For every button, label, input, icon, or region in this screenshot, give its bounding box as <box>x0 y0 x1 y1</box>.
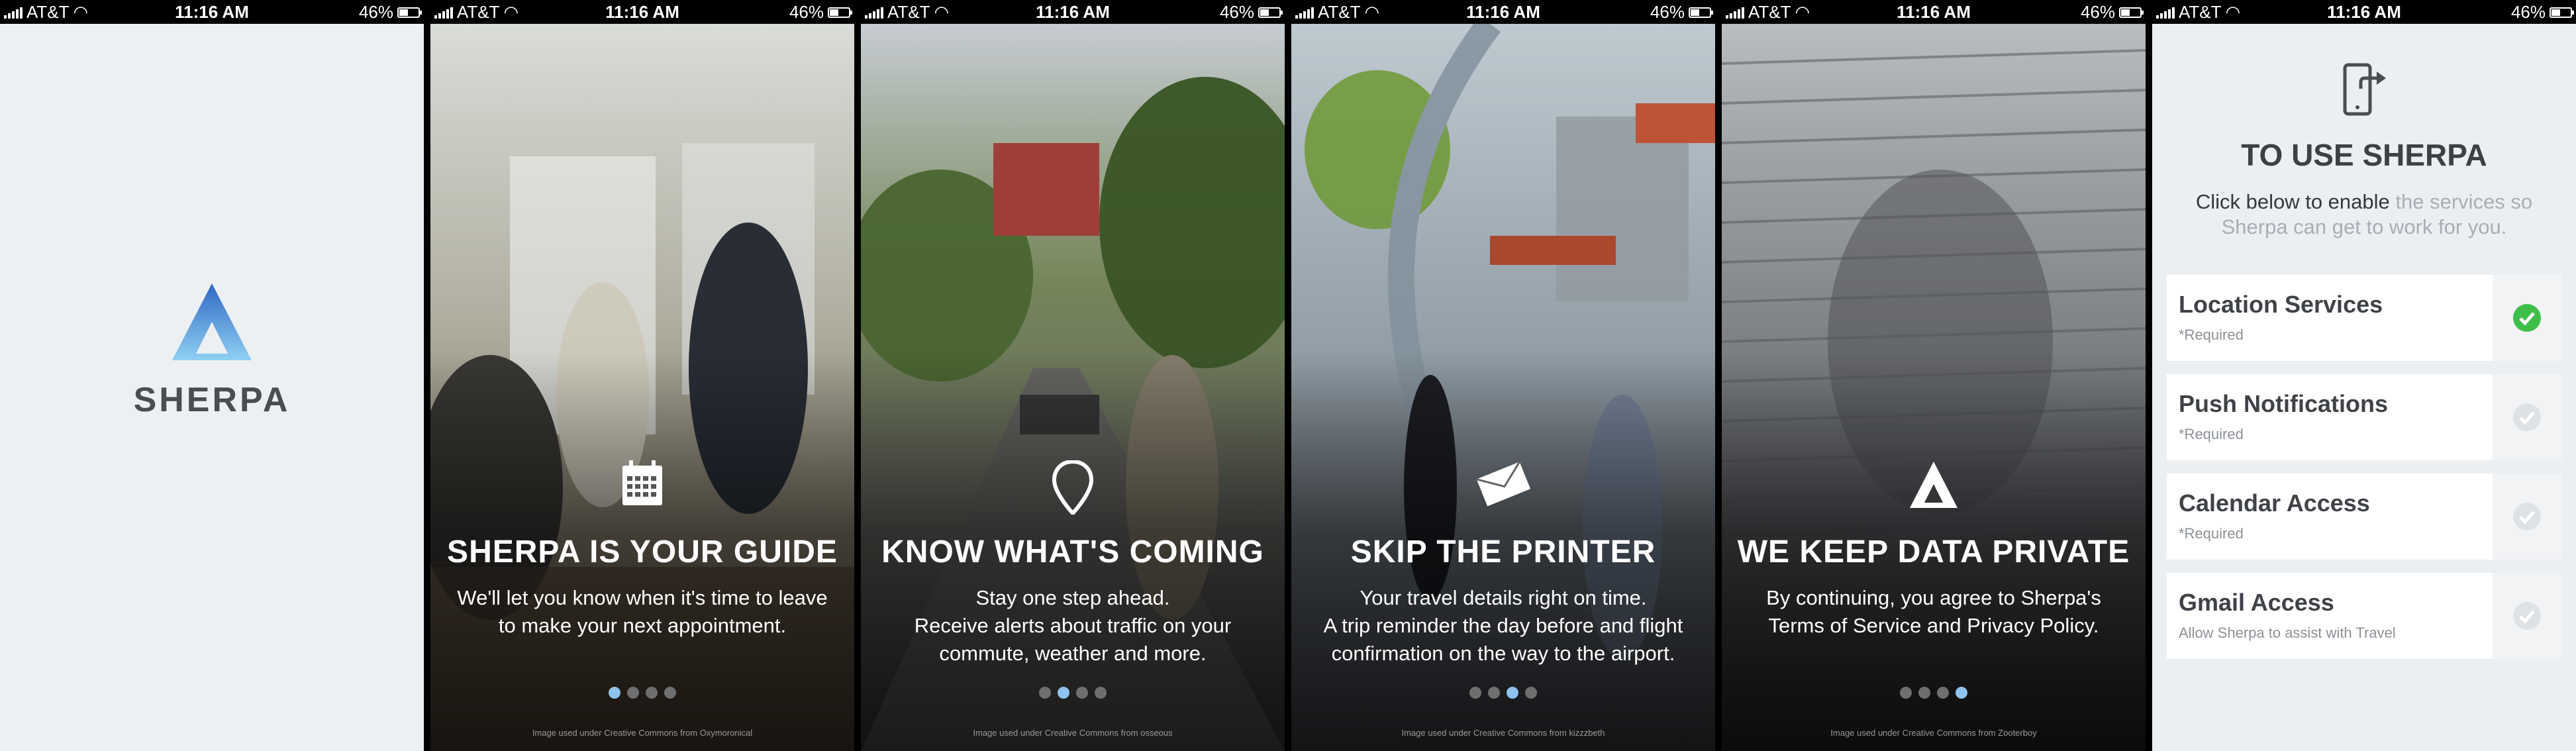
page-dot[interactable] <box>1488 687 1500 699</box>
phone-share-icon <box>2152 62 2576 121</box>
permission-name: Gmail Access <box>2179 589 2334 616</box>
status-bar: AT&T ◠ 11:16 AM 46% <box>1722 0 2146 24</box>
status-bar: AT&T ◠ 11:16 AM 46% <box>430 0 854 24</box>
battery-percent: 46% <box>358 2 393 22</box>
sherpa-logo-icon <box>1722 460 2146 513</box>
permission-push[interactable]: Push Notifications *Required <box>2167 374 2561 460</box>
push-toggle[interactable] <box>2493 374 2561 460</box>
permission-note: *Required <box>2179 525 2244 542</box>
page-dot[interactable] <box>1076 687 1088 699</box>
permissions-screen: AT&T ◠ 11:16 AM 46% TO USE SHERPA Click b… <box>2152 0 2576 751</box>
permission-location[interactable]: Location Services *Required <box>2167 275 2561 361</box>
battery-percent: 46% <box>1219 2 1254 22</box>
image-credit: Image used under Creative Commons from O… <box>532 728 753 738</box>
onboarding-slide-coming[interactable]: AT&T ◠ 11:16 AM 46% KNOW WHAT'S COMING St… <box>861 0 1285 751</box>
envelope-icon <box>1291 460 1715 510</box>
page-dot[interactable] <box>1058 687 1069 699</box>
check-disabled-icon <box>2513 403 2541 431</box>
permission-calendar[interactable]: Calendar Access *Required <box>2167 474 2561 560</box>
onboarding-slide-printer[interactable]: AT&T ◠ 11:16 AM 46% SKIP THE PRINTER Your… <box>1291 0 1715 751</box>
page-indicator[interactable] <box>430 687 854 699</box>
page-dot[interactable] <box>627 687 639 699</box>
page-dot[interactable] <box>1039 687 1051 699</box>
check-disabled-icon <box>2513 503 2541 530</box>
permission-note: Allow Sherpa to assist with Travel <box>2179 625 2396 641</box>
status-bar: AT&T ◠ 11:16 AM 46% <box>861 0 1285 24</box>
battery-percent: 46% <box>1650 2 1685 22</box>
status-bar: AT&T ◠ 11:16 AM 46% <box>2152 0 2576 24</box>
permission-note: *Required <box>2179 426 2244 442</box>
check-disabled-icon <box>2513 602 2541 630</box>
brand-wordmark: SHERPA <box>133 381 291 419</box>
battery-icon <box>828 7 852 18</box>
battery-icon <box>2550 7 2574 18</box>
battery-percent: 46% <box>789 2 824 22</box>
page-dot[interactable] <box>646 687 658 699</box>
location-pin-icon <box>861 459 1285 518</box>
slide-body: By continuing, you agree to Sherpa's Ter… <box>1735 584 2132 640</box>
page-dot[interactable] <box>1956 687 1967 699</box>
body-line: By continuing, you agree to Sherpa's <box>1766 586 2101 609</box>
slide-body: We'll let you know when it's time to lea… <box>444 584 841 640</box>
slide-headline: KNOW WHAT'S COMING <box>881 534 1264 570</box>
gmail-toggle[interactable] <box>2493 573 2561 659</box>
slide-headline: WE KEEP DATA PRIVATE <box>1737 534 2130 570</box>
battery-percent: 46% <box>2080 2 2115 22</box>
photo-overlay <box>430 24 854 751</box>
page-indicator[interactable] <box>861 687 1285 699</box>
page-dot[interactable] <box>664 687 676 699</box>
image-credit: Image used under Creative Commons from o… <box>973 728 1173 738</box>
photo-overlay <box>1722 24 2146 751</box>
page-dot[interactable] <box>1507 687 1518 699</box>
page-dot[interactable] <box>1469 687 1481 699</box>
body-line: Receive alerts about traffic on your <box>914 614 1232 637</box>
check-enabled-icon <box>2513 304 2541 332</box>
body-line: Terms of Service and Privacy Policy. <box>1768 614 2099 637</box>
slide-body: Stay one step ahead. Receive alerts abou… <box>874 584 1271 668</box>
slide-headline: SHERPA IS YOUR GUIDE <box>447 534 838 570</box>
splash-screen: AT&T ◠ 11:16 AM 46% SHERPA <box>0 0 424 751</box>
calendar-toggle[interactable] <box>2493 474 2561 560</box>
page-dot[interactable] <box>609 687 620 699</box>
body-line: Your travel details right on time. <box>1360 586 1647 609</box>
body-line: commute, weather and more. <box>939 642 1207 665</box>
status-bar: AT&T ◠ 11:16 AM 46% <box>0 0 424 24</box>
permission-name: Push Notifications <box>2179 390 2389 417</box>
page-indicator[interactable] <box>1722 687 2146 699</box>
body-line: We'll let you know when it's time to lea… <box>457 586 828 609</box>
permission-note: *Required <box>2179 326 2244 343</box>
battery-icon <box>1689 7 1713 18</box>
page-dot[interactable] <box>1095 687 1107 699</box>
location-toggle[interactable] <box>2493 275 2561 361</box>
image-credit: Image used under Creative Commons from k… <box>1401 728 1605 738</box>
battery-percent: 46% <box>2510 2 2546 22</box>
permission-name: Calendar Access <box>2179 489 2370 517</box>
slide-headline: SKIP THE PRINTER <box>1350 534 1656 570</box>
page-dot[interactable] <box>1937 687 1949 699</box>
image-credit: Image used under Creative Commons from Z… <box>1830 728 2037 738</box>
page-dot[interactable] <box>1918 687 1930 699</box>
battery-icon <box>2119 7 2144 18</box>
calendar-icon <box>430 460 854 510</box>
battery-icon <box>1258 7 1283 18</box>
subtitle-emphasis: Click below to enable <box>2195 190 2390 213</box>
onboarding-slide-guide[interactable]: AT&T ◠ 11:16 AM 46% SHERPA IS YOUR GUIDE … <box>430 0 854 751</box>
permissions-subtitle: Click below to enable the services so Sh… <box>2179 189 2550 240</box>
body-line: Stay one step ahead. <box>975 586 1170 609</box>
page-dot[interactable] <box>1525 687 1537 699</box>
permission-name: Location Services <box>2179 291 2383 318</box>
body-line: to make your next appointment. <box>498 614 787 637</box>
body-line: A trip reminder the day before and fligh… <box>1323 614 1683 637</box>
slide-body: Your travel details right on time. A tri… <box>1305 584 1702 668</box>
permission-gmail[interactable]: Gmail Access Allow Sherpa to assist with… <box>2167 573 2561 659</box>
onboarding-slide-privacy[interactable]: AT&T ◠ 11:16 AM 46% WE KEEP DATA PRIVATE … <box>1722 0 2146 751</box>
page-dot[interactable] <box>1900 687 1912 699</box>
sherpa-logo-icon <box>172 283 252 360</box>
body-line: confirmation on the way to the airport. <box>1331 642 1675 665</box>
status-bar: AT&T ◠ 11:16 AM 46% <box>1291 0 1715 24</box>
page-indicator[interactable] <box>1291 687 1715 699</box>
battery-icon <box>397 7 422 18</box>
permissions-title: TO USE SHERPA <box>2241 138 2487 172</box>
